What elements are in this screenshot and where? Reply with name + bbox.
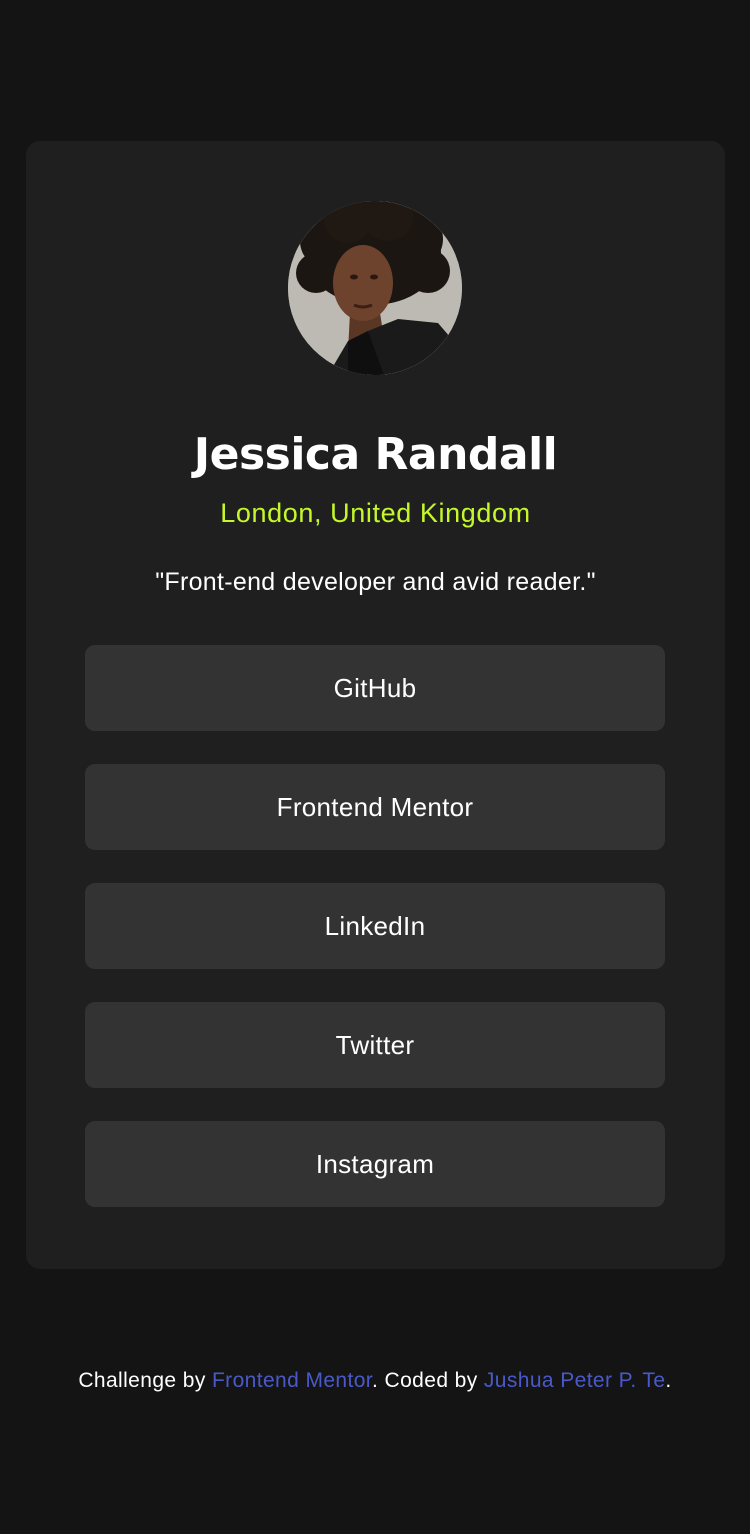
instagram-link-button[interactable]: Instagram: [85, 1121, 665, 1207]
attribution-footer: Challenge by Frontend Mentor. Coded by J…: [0, 1366, 750, 1396]
avatar: [288, 201, 462, 375]
linkedin-link-button[interactable]: LinkedIn: [85, 883, 665, 969]
profile-card: Jessica Randall London, United Kingdom "…: [26, 141, 725, 1269]
profile-location: London, United Kingdom: [220, 498, 531, 528]
profile-bio: "Front-end developer and avid reader.": [155, 568, 596, 596]
github-link-button[interactable]: GitHub: [85, 645, 665, 731]
attribution-suffix: .: [665, 1369, 672, 1392]
frontend-mentor-attribution-link[interactable]: Frontend Mentor: [212, 1369, 372, 1392]
attribution-middle: . Coded by: [372, 1369, 484, 1392]
social-links-list: GitHub Frontend Mentor LinkedIn Twitter …: [85, 645, 665, 1240]
profile-name: Jessica Randall: [193, 429, 558, 480]
attribution-prefix: Challenge by: [78, 1369, 212, 1392]
avatar-image: [288, 201, 462, 375]
author-attribution-link[interactable]: Jushua Peter P. Te: [484, 1369, 666, 1392]
frontend-mentor-link-button[interactable]: Frontend Mentor: [85, 764, 665, 850]
twitter-link-button[interactable]: Twitter: [85, 1002, 665, 1088]
